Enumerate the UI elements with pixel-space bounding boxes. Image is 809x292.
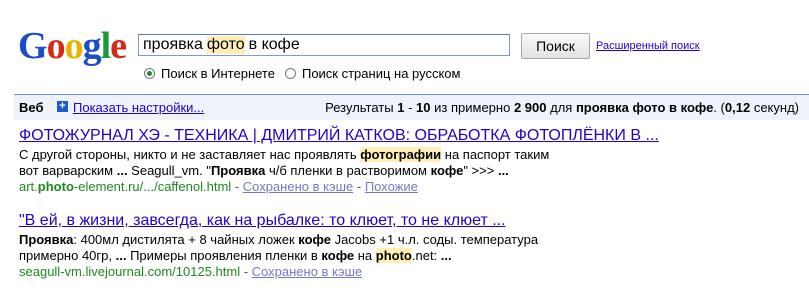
text-segment: " >>> bbox=[463, 163, 498, 178]
text-segment: Seagull_vm. " bbox=[127, 163, 211, 178]
result-title-link[interactable]: "В ей, в жизни, завсегда, как на рыбалке… bbox=[19, 212, 799, 230]
bold-term: photo bbox=[37, 179, 74, 194]
results-stats: Результаты 1 - 10 из примерно 2 900 для … bbox=[325, 100, 799, 115]
result-url-line: seagull-vm.livejournal.com/10125.html - … bbox=[19, 264, 799, 280]
text-segment: seagull-vm.livejournal.com/10125.html bbox=[19, 264, 241, 279]
radio-russian[interactable] bbox=[284, 68, 296, 79]
bold-term: кофе bbox=[321, 248, 355, 263]
text-segment: : 400мл дистилята + 8 чайных ложек bbox=[73, 232, 299, 247]
radio-web[interactable] bbox=[144, 68, 155, 79]
text-segment: С другой стороны, никто и не заставляет … bbox=[19, 147, 361, 162]
highlighted-term: фотографии bbox=[360, 147, 442, 162]
text-segment: Примеры проявления пленки в bbox=[126, 248, 322, 263]
text-segment: на bbox=[354, 248, 376, 263]
text-segment: -element.ru/.../caffenol.html bbox=[73, 179, 232, 194]
bold-term: ... bbox=[116, 163, 128, 178]
text-segment: .net: bbox=[411, 248, 441, 263]
snippet-line: Проявка: 400мл дистилята + 8 чайных ложе… bbox=[19, 232, 799, 248]
logo-letter: e bbox=[110, 25, 127, 67]
similar-link[interactable]: Похожие bbox=[365, 179, 418, 194]
result-snippet: С другой стороны, никто и не заставляет … bbox=[19, 147, 799, 179]
highlighted-term: photo bbox=[375, 248, 412, 263]
bold-term: ... bbox=[115, 248, 127, 263]
search-time: 0,12 bbox=[724, 100, 751, 115]
stats-query: проявка фото в кофе bbox=[575, 100, 714, 115]
stats-mid: из примерно bbox=[434, 100, 511, 115]
range-dash: - bbox=[408, 100, 413, 115]
separator: - bbox=[240, 264, 252, 279]
search-result: ФОТОЖУРНАЛ ХЭ - ТЕХНИКА | ДМИТРИЙ КАТКОВ… bbox=[19, 127, 799, 195]
tab-web: Веб bbox=[19, 100, 44, 115]
text-segment: вот варварским bbox=[19, 163, 117, 178]
text-segment: примерно 40гр, bbox=[19, 248, 116, 263]
result-url: art.photo-element.ru/.../caffenol.html bbox=[19, 179, 231, 194]
search-scope-options: Поиск в Интернете Поиск страниц на русск… bbox=[144, 66, 470, 81]
bold-term: кофе bbox=[430, 163, 464, 178]
query-part-highlighted: фото bbox=[206, 36, 245, 54]
range-end: 10 bbox=[416, 100, 431, 115]
separator: - bbox=[353, 179, 365, 194]
result-count: 2 900 bbox=[513, 100, 547, 115]
logo-letter: g bbox=[82, 25, 102, 67]
bold-term: ... bbox=[497, 163, 509, 178]
result-snippet: Проявка: 400мл дистилята + 8 чайных ложе… bbox=[19, 232, 799, 264]
google-logo[interactable]: Google bbox=[18, 25, 127, 67]
logo-letter: o bbox=[46, 25, 66, 67]
advanced-search-link[interactable]: Расширенный поиск bbox=[596, 40, 700, 52]
snippet-line: С другой стороны, никто и не заставляет … bbox=[19, 147, 799, 163]
stats-for: для bbox=[550, 100, 573, 115]
separator: - bbox=[231, 179, 243, 194]
stats-prefix: Результаты bbox=[325, 100, 394, 115]
bold-term: Проявка bbox=[19, 232, 74, 247]
cache-link[interactable]: Сохранено в кэше bbox=[252, 264, 363, 279]
show-settings-link[interactable]: Показать настройки... bbox=[73, 100, 204, 115]
results-bar: Веб + Показать настройки... Результаты 1… bbox=[14, 94, 809, 120]
stats-time-open: . ( bbox=[713, 100, 725, 115]
logo-letter: o bbox=[64, 25, 84, 67]
snippet-line: примерно 40гр, ... Примеры проявления пл… bbox=[19, 248, 799, 264]
query-part-3: в кофе bbox=[248, 36, 300, 53]
query-part-1: проявка bbox=[143, 36, 203, 53]
plus-icon[interactable]: + bbox=[57, 101, 68, 112]
search-button[interactable]: Поиск bbox=[521, 33, 590, 59]
option-web[interactable]: Поиск в Интернете bbox=[144, 66, 275, 81]
result-title-link[interactable]: ФОТОЖУРНАЛ ХЭ - ТЕХНИКА | ДМИТРИЙ КАТКОВ… bbox=[19, 127, 799, 145]
option-russian[interactable]: Поиск страниц на русском bbox=[284, 66, 461, 81]
logo-letter: l bbox=[100, 25, 112, 67]
option-russian-label: Поиск страниц на русском bbox=[301, 66, 461, 81]
stats-time-close: секунд) bbox=[753, 100, 799, 115]
bold-term: Проявка bbox=[210, 163, 266, 178]
snippet-line: вот варварским ... Seagull_vm. "Проявка … bbox=[19, 163, 799, 179]
cache-link[interactable]: Сохранено в кэше bbox=[243, 179, 354, 194]
text-segment: Jacobs +1 ч.л. соды. температура bbox=[330, 232, 539, 247]
bold-term: ... bbox=[440, 248, 452, 263]
range-start: 1 bbox=[397, 100, 405, 115]
logo-letter: G bbox=[18, 25, 48, 67]
search-input[interactable]: проявка фото в кофе bbox=[138, 34, 510, 56]
result-url-line: art.photo-element.ru/.../caffenol.html -… bbox=[19, 179, 799, 195]
text-segment: art. bbox=[19, 179, 38, 194]
search-result: "В ей, в жизни, завсегда, как на рыбалке… bbox=[19, 212, 799, 280]
text-segment: ч/б пленки в растворимом bbox=[265, 163, 431, 178]
option-web-label: Поиск в Интернете bbox=[161, 66, 275, 81]
text-segment: на паспорт таким bbox=[441, 147, 550, 162]
result-url: seagull-vm.livejournal.com/10125.html bbox=[19, 264, 240, 279]
bold-term: кофе bbox=[298, 232, 331, 247]
